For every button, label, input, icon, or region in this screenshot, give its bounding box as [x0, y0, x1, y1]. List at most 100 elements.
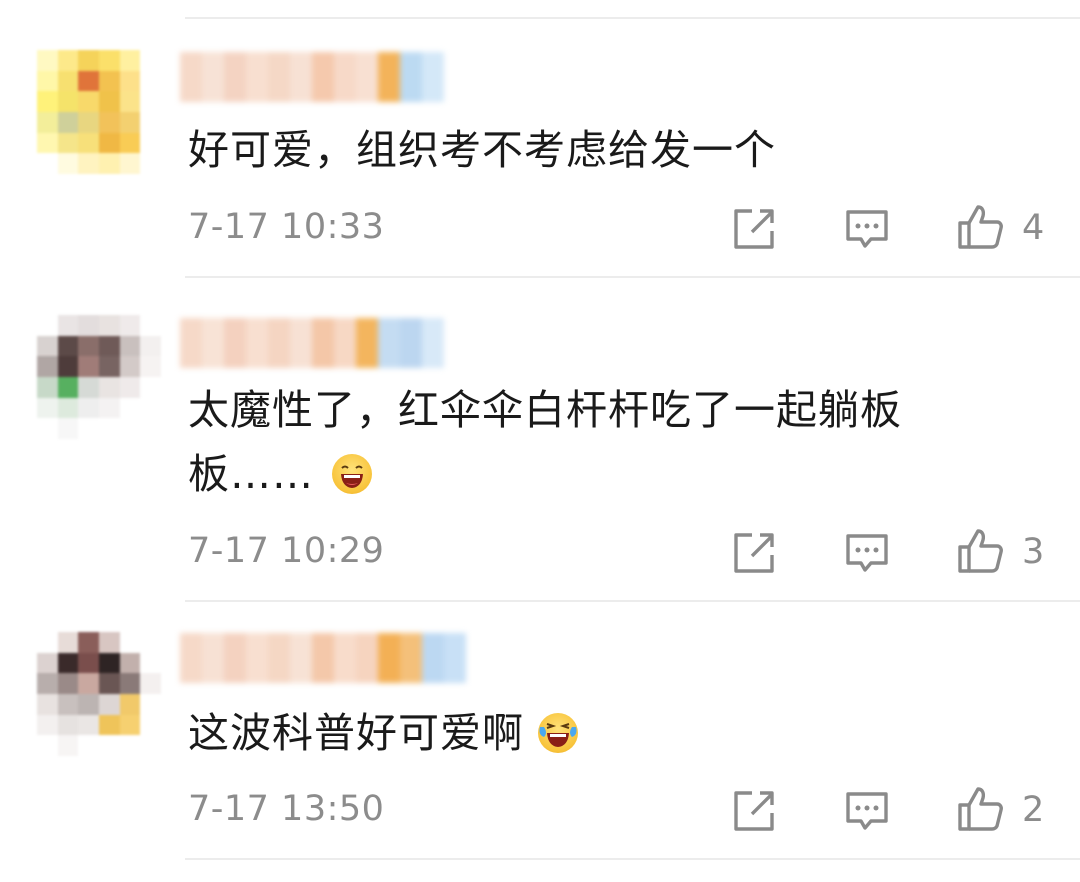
- avatar-pixel: [37, 153, 58, 174]
- avatar-pixel: [57, 418, 79, 439]
- username-pixel: [422, 318, 444, 368]
- avatar[interactable]: [37, 315, 161, 439]
- avatar-pixel: [119, 50, 141, 71]
- username-pixel: [180, 318, 202, 368]
- avatar-pixel: [140, 132, 161, 154]
- avatar-pixel: [78, 693, 99, 715]
- avatar-pixel: [57, 70, 79, 92]
- avatar-pixel: [37, 632, 58, 653]
- avatar-pixel: [37, 376, 58, 398]
- avatar-pixel: [140, 153, 161, 174]
- avatar-pixel: [140, 673, 161, 694]
- avatar-pixel: [57, 111, 79, 133]
- username-pixel: [400, 633, 422, 683]
- username-pixel: [378, 633, 400, 683]
- username-pixel: [312, 633, 334, 683]
- avatar-pixel: [140, 111, 161, 133]
- avatar-pixel: [119, 111, 141, 133]
- avatar[interactable]: [37, 632, 161, 756]
- comment-bubble-icon[interactable]: [843, 787, 891, 835]
- tears-of-joy-icon: [538, 713, 579, 753]
- avatar-pixel: [140, 714, 161, 736]
- avatar-pixel: [98, 335, 120, 357]
- username-pixel: [224, 318, 246, 368]
- username-blurred[interactable]: [180, 318, 444, 368]
- share-square-icon[interactable]: [730, 205, 778, 253]
- avatar-pixel: [119, 673, 141, 694]
- avatar-pixel: [98, 693, 120, 715]
- username-pixel: [268, 52, 290, 102]
- avatar-pixel: [78, 356, 99, 377]
- avatar-pixel: [37, 735, 58, 756]
- avatar-pixel: [119, 376, 141, 398]
- avatar-pixel: [37, 714, 58, 736]
- avatar-pixel: [98, 376, 120, 398]
- avatar-pixel: [37, 70, 58, 92]
- username-pixel: [444, 633, 466, 683]
- username-pixel: [334, 318, 356, 368]
- avatar-pixel: [98, 673, 120, 694]
- avatar[interactable]: [37, 50, 161, 174]
- username-pixel: [246, 318, 268, 368]
- avatar-pixel: [98, 111, 120, 133]
- avatar-pixel: [119, 418, 141, 439]
- avatar-pixel: [57, 132, 79, 154]
- avatar-pixel: [37, 91, 58, 112]
- avatar-pixel: [78, 132, 99, 154]
- share-square-icon[interactable]: [730, 787, 778, 835]
- avatar-pixel: [119, 153, 141, 174]
- avatar-pixel: [37, 693, 58, 715]
- comment-text: 好可爱，组织考不考虑给发一个: [188, 118, 990, 182]
- username-blurred[interactable]: [180, 52, 444, 102]
- username-pixel: [334, 633, 356, 683]
- username-pixel: [290, 52, 312, 102]
- avatar-pixel: [57, 356, 79, 377]
- avatar-pixel: [98, 132, 120, 154]
- avatar-pixel: [78, 418, 99, 439]
- avatar-pixel: [140, 356, 161, 377]
- username-pixel: [180, 633, 202, 683]
- avatar-pixel: [57, 397, 79, 419]
- comment-bubble-icon[interactable]: [843, 205, 891, 253]
- username-pixel: [290, 318, 312, 368]
- avatar-pixel: [37, 418, 58, 439]
- avatar-pixel: [57, 693, 79, 715]
- avatar-pixel: [78, 714, 99, 736]
- avatar-pixel: [119, 397, 141, 419]
- avatar-pixel: [140, 397, 161, 419]
- thumbs-up-icon[interactable]: [956, 527, 1004, 575]
- avatar-pixel: [78, 735, 99, 756]
- avatar-pixel: [78, 335, 99, 357]
- avatar-pixel: [37, 315, 58, 336]
- avatar-pixel: [78, 652, 99, 674]
- avatar-pixel: [78, 397, 99, 419]
- avatar-pixel: [98, 50, 120, 71]
- username-pixel: [246, 633, 268, 683]
- share-square-icon[interactable]: [730, 529, 778, 577]
- avatar-pixel: [98, 735, 120, 756]
- avatar-pixel: [119, 735, 141, 756]
- like-count: 2: [1022, 790, 1045, 830]
- username-pixel: [356, 633, 378, 683]
- username-pixel: [400, 318, 422, 368]
- avatar-pixel: [140, 315, 161, 336]
- avatar-pixel: [78, 111, 99, 133]
- comment-text-content: 太魔性了，红伞伞白杆杆吃了一起躺板板……: [188, 386, 902, 498]
- like-count: 3: [1022, 532, 1045, 572]
- avatar-pixel: [98, 652, 120, 674]
- avatar-pixel: [119, 356, 141, 377]
- thumbs-up-icon[interactable]: [956, 785, 1004, 833]
- avatar-pixel: [119, 632, 141, 653]
- thumbs-up-icon[interactable]: [956, 203, 1004, 251]
- avatar-pixel: [119, 652, 141, 674]
- avatar-pixel: [140, 735, 161, 756]
- comment-time: 7-17 13:50: [188, 789, 385, 829]
- avatar-pixel: [140, 632, 161, 653]
- avatar-pixel: [57, 315, 79, 336]
- username-blurred[interactable]: [180, 633, 466, 683]
- avatar-pixel: [140, 693, 161, 715]
- avatar-pixel: [98, 632, 120, 653]
- username-pixel: [400, 52, 422, 102]
- avatar-pixel: [140, 652, 161, 674]
- comment-bubble-icon[interactable]: [843, 529, 891, 577]
